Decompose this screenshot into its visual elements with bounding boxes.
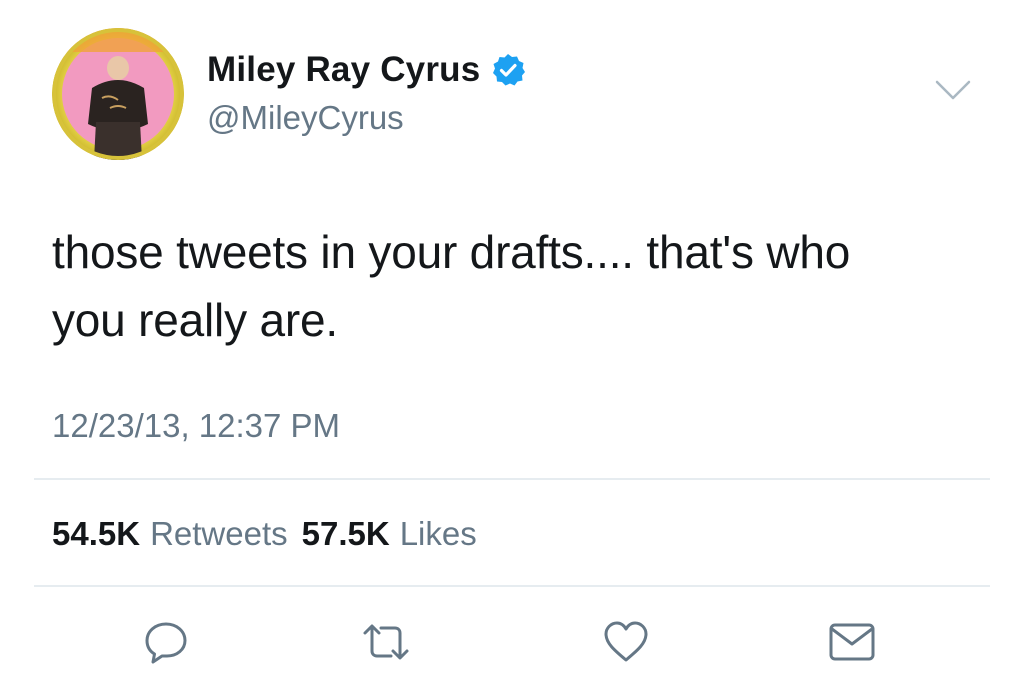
likes-label: Likes bbox=[399, 515, 477, 552]
likes-stat[interactable]: 57.5K Likes bbox=[302, 514, 477, 554]
user-handle[interactable]: @MileyCyrus bbox=[207, 98, 404, 138]
heart-icon bbox=[602, 619, 650, 665]
verified-badge-icon bbox=[490, 52, 526, 88]
display-name[interactable]: Miley Ray Cyrus bbox=[207, 50, 480, 90]
chevron-down-icon[interactable] bbox=[934, 78, 972, 102]
tweet-text: those tweets in your drafts.... that's w… bbox=[52, 218, 982, 354]
likes-count: 57.5K bbox=[301, 515, 390, 552]
avatar[interactable] bbox=[52, 28, 184, 160]
direct-message-button[interactable] bbox=[824, 614, 880, 670]
retweet-icon bbox=[361, 619, 411, 665]
author-name-row: Miley Ray Cyrus bbox=[207, 50, 526, 90]
tweet-card: Miley Ray Cyrus @MileyCyrus those tweets… bbox=[0, 0, 1024, 692]
retweets-label: Retweets bbox=[150, 515, 288, 552]
reply-button[interactable] bbox=[138, 614, 194, 670]
envelope-icon bbox=[828, 621, 876, 663]
tweet-text-line-2: you really are. bbox=[52, 294, 338, 346]
tweet-actions bbox=[0, 614, 1024, 670]
divider bbox=[34, 585, 990, 587]
divider bbox=[34, 478, 990, 480]
retweets-stat[interactable]: 54.5K Retweets bbox=[52, 514, 288, 554]
like-button[interactable] bbox=[598, 614, 654, 670]
tweet-text-line-1: those tweets in your drafts.... that's w… bbox=[52, 226, 851, 278]
retweet-button[interactable] bbox=[358, 614, 414, 670]
reply-icon bbox=[143, 619, 189, 665]
retweets-count: 54.5K bbox=[52, 515, 141, 552]
tweet-timestamp[interactable]: 12/23/13, 12:37 PM bbox=[52, 406, 340, 446]
tweet-stats: 54.5K Retweets 57.5K Likes bbox=[52, 514, 477, 554]
